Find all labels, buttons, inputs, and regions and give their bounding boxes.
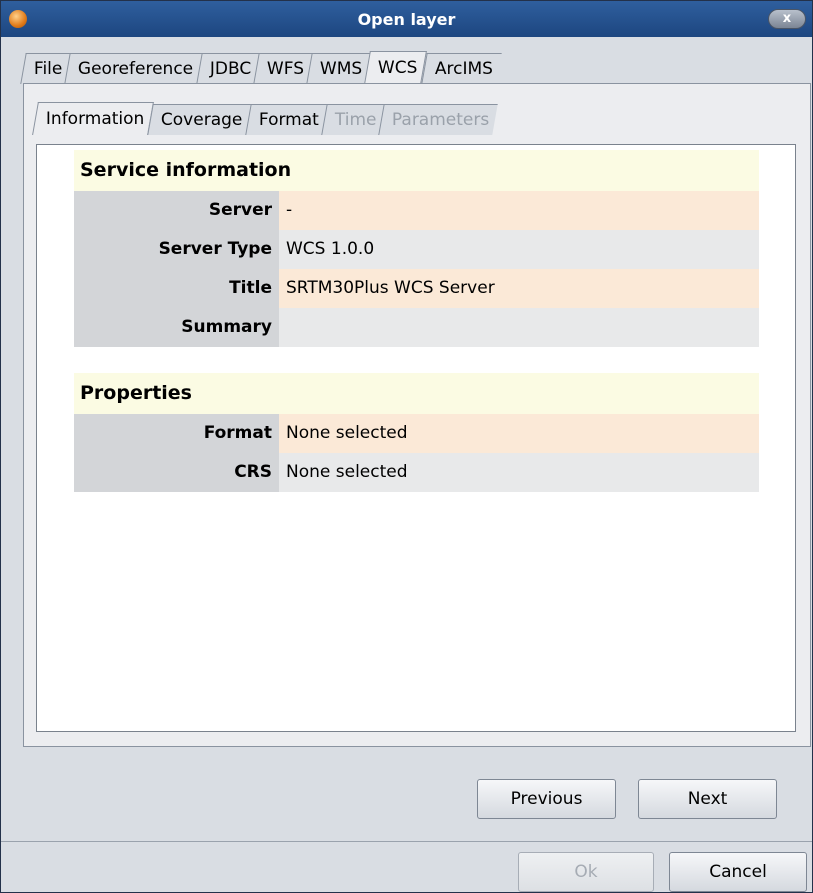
row-value: None selected <box>279 453 759 492</box>
tab-label: Georeference <box>78 59 194 79</box>
previous-button[interactable]: Previous <box>477 779 616 819</box>
tab-parameters: Parameters <box>378 104 499 135</box>
ok-button: Ok <box>518 852 654 892</box>
tab-wcs[interactable]: WCS <box>364 51 428 84</box>
tab-time: Time <box>321 104 386 135</box>
row-value: WCS 1.0.0 <box>279 230 759 269</box>
window-title: Open layer <box>357 10 456 29</box>
tab-wfs[interactable]: WFS <box>253 53 313 84</box>
tab-arcims[interactable]: ArcIMS <box>421 53 502 84</box>
row-label: Summary <box>74 308 279 347</box>
row-value: None selected <box>279 414 759 453</box>
title-bar[interactable]: Open layer x <box>1 1 812 37</box>
service-information-heading: Service information <box>74 150 759 191</box>
main-tab-bar: File Georeference JDBC WFS WMS WCS ArcIM… <box>20 51 502 84</box>
tab-wms[interactable]: WMS <box>306 53 372 84</box>
tab-label: WCS <box>378 58 418 78</box>
row-label: Server Type <box>74 230 279 269</box>
info-row-title: Title SRTM30Plus WCS Server <box>74 269 759 308</box>
info-row-server-type: Server Type WCS 1.0.0 <box>74 230 759 269</box>
tab-label: WMS <box>320 59 363 79</box>
row-label: Server <box>74 191 279 230</box>
row-label: Title <box>74 269 279 308</box>
tab-coverage[interactable]: Coverage <box>147 104 252 135</box>
next-button[interactable]: Next <box>638 779 777 819</box>
tab-label: Format <box>258 110 319 130</box>
cancel-button[interactable]: Cancel <box>669 852 807 892</box>
tab-label: Information <box>45 109 145 129</box>
tab-file[interactable]: File <box>20 53 72 84</box>
tab-label: WFS <box>266 59 305 79</box>
tab-label: Coverage <box>161 110 243 130</box>
row-value <box>279 308 759 347</box>
tab-label: File <box>33 59 63 79</box>
tab-georeference[interactable]: Georeference <box>64 53 203 84</box>
tab-label: ArcIMS <box>434 59 493 79</box>
row-value: SRTM30Plus WCS Server <box>279 269 759 308</box>
row-label: CRS <box>74 453 279 492</box>
row-label: Format <box>74 414 279 453</box>
properties-heading: Properties <box>74 373 759 414</box>
row-value: - <box>279 191 759 230</box>
tab-information[interactable]: Information <box>32 102 155 135</box>
info-row-summary: Summary <box>74 308 759 347</box>
tab-jdbc[interactable]: JDBC <box>195 53 260 84</box>
wcs-tab-bar: Information Coverage Format Time Paramet… <box>32 102 499 135</box>
separator <box>1 841 812 842</box>
tab-format[interactable]: Format <box>245 104 328 135</box>
tab-label: JDBC <box>209 59 251 79</box>
prop-row-crs: CRS None selected <box>74 453 759 492</box>
info-row-server: Server - <box>74 191 759 230</box>
tab-label: Time <box>334 110 377 130</box>
open-layer-dialog: Open layer x File Georeference JDBC WFS … <box>0 0 813 893</box>
prop-row-format: Format None selected <box>74 414 759 453</box>
tab-label: Parameters <box>392 110 490 130</box>
close-button[interactable]: x <box>768 9 806 29</box>
